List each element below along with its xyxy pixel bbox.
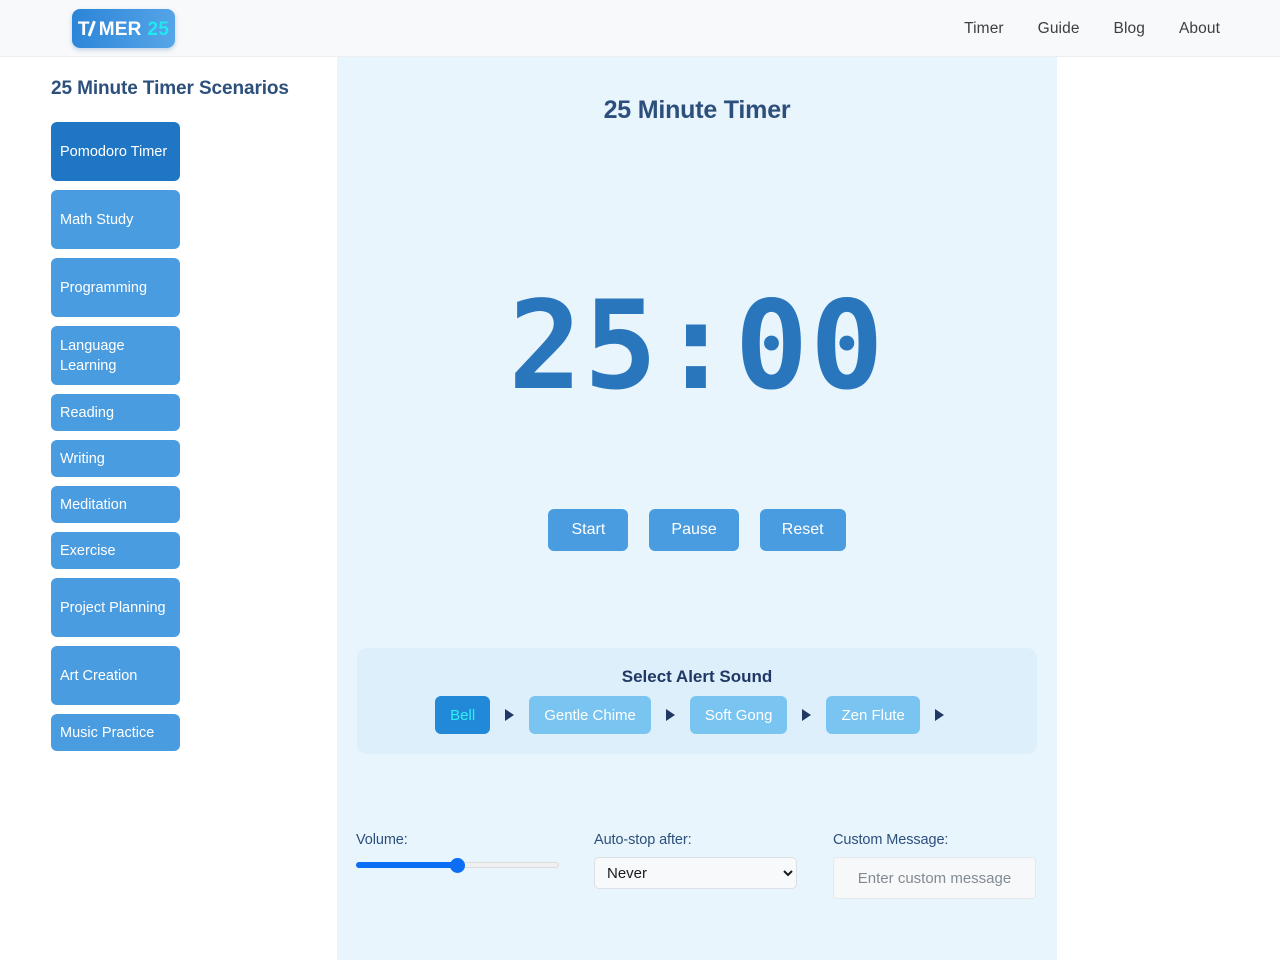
scenario-meditation[interactable]: Meditation <box>51 486 180 523</box>
scenario-writing[interactable]: Writing <box>51 440 180 477</box>
autostop-select[interactable]: Never <box>594 857 797 889</box>
nav-item-blog[interactable]: Blog <box>1114 20 1145 38</box>
scenario-music-practice[interactable]: Music Practice <box>51 714 180 751</box>
custom-message-label: Custom Message: <box>833 832 949 848</box>
nav-item-guide[interactable]: Guide <box>1038 20 1080 38</box>
pause-button[interactable]: Pause <box>649 509 739 551</box>
scenario-pomodoro-timer[interactable]: Pomodoro Timer <box>51 122 180 181</box>
sidebar: 25 Minute Timer Scenarios Pomodoro Timer… <box>0 57 337 960</box>
reset-button[interactable]: Reset <box>759 509 846 551</box>
sound-option-soft-gong[interactable]: Soft Gong <box>689 696 788 734</box>
scenario-project-planning[interactable]: Project Planning <box>51 578 180 637</box>
custom-message-setting: Custom Message: <box>833 832 1038 899</box>
scenario-language-learning[interactable]: Language Learning <box>51 326 180 385</box>
timer-countdown-display: 25:00 <box>508 275 886 417</box>
scenario-grid: Pomodoro Timer Math Study Programming La… <box>51 122 317 751</box>
main-nav: Timer Guide Blog About <box>964 0 1220 57</box>
play-icon-gentle-chime[interactable] <box>665 709 675 721</box>
nav-item-timer[interactable]: Timer <box>964 20 1004 38</box>
nav-item-about[interactable]: About <box>1179 20 1220 38</box>
alert-sound-panel: Select Alert Sound Bell Gentle Chime Sof… <box>357 648 1037 754</box>
logo-number: 25 <box>147 18 170 40</box>
sound-option-zen-flute[interactable]: Zen Flute <box>826 696 920 734</box>
sound-option-bell[interactable]: Bell <box>435 696 491 734</box>
volume-slider-fill <box>356 862 458 868</box>
logo-text: T MER 25 <box>78 19 169 39</box>
scenario-math-study[interactable]: Math Study <box>51 190 180 249</box>
volume-slider-thumb[interactable] <box>449 858 465 873</box>
site-header: T MER 25 Timer Guide Blog About <box>0 0 1280 57</box>
alert-sound-title: Select Alert Sound <box>621 667 773 686</box>
scenario-programming[interactable]: Programming <box>51 258 180 317</box>
custom-message-input[interactable] <box>833 857 1036 899</box>
start-button[interactable]: Start <box>548 509 629 551</box>
timer-panel: 25 Minute Timer 25:00 Start Pause Reset … <box>337 57 1057 960</box>
timer-controls: Start Pause Reset <box>337 509 1057 551</box>
scenario-art-creation[interactable]: Art Creation <box>51 646 180 705</box>
play-icon-soft-gong[interactable] <box>802 709 812 721</box>
logo-word: MER <box>98 18 142 40</box>
autostop-label: Auto-stop after: <box>594 832 692 848</box>
clock-hand-icon <box>89 21 100 37</box>
scenario-reading[interactable]: Reading <box>51 394 180 431</box>
autostop-setting: Auto-stop after: Never <box>594 832 799 889</box>
play-icon-zen-flute[interactable] <box>934 709 944 721</box>
alert-sound-options: Bell Gentle Chime Soft Gong Zen Flute <box>357 696 1037 734</box>
play-icon-bell[interactable] <box>505 709 515 721</box>
volume-label: Volume: <box>356 832 408 848</box>
sound-option-gentle-chime[interactable]: Gentle Chime <box>529 696 651 734</box>
site-logo[interactable]: T MER 25 <box>72 9 175 48</box>
volume-slider[interactable] <box>356 857 559 873</box>
volume-setting: Volume: <box>356 832 561 873</box>
scenario-exercise[interactable]: Exercise <box>51 532 180 569</box>
page-title: 25 Minute Timer <box>603 95 791 124</box>
sidebar-title: 25 Minute Timer Scenarios <box>51 78 289 99</box>
timer-settings: Volume: Auto-stop after: Never Custom Me… <box>337 832 1057 922</box>
